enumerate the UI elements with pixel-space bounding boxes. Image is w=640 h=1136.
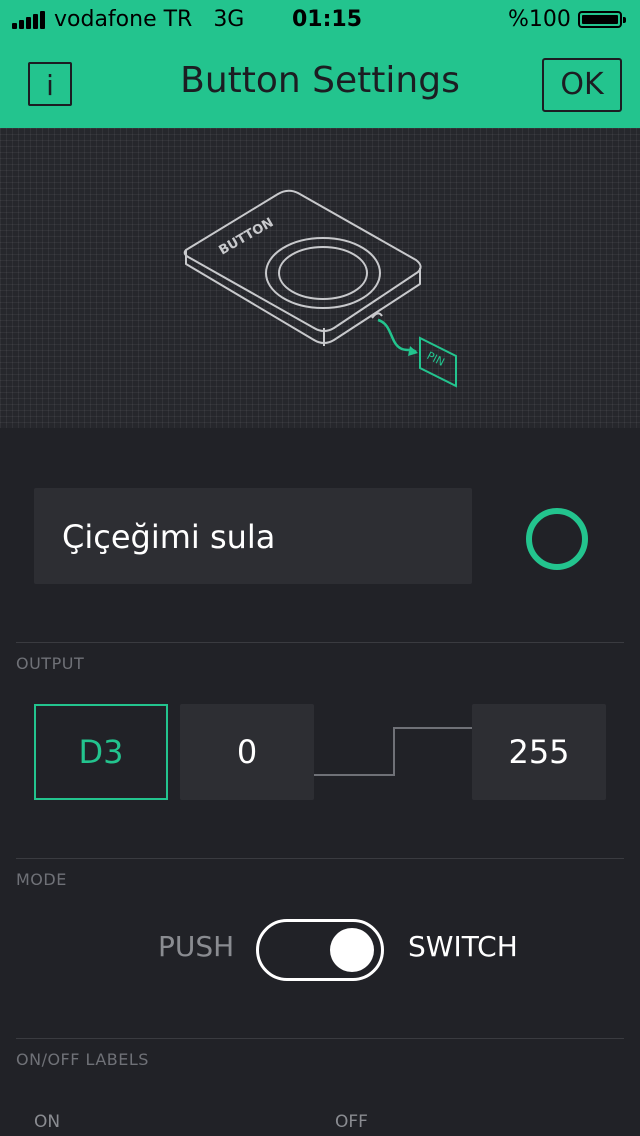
status-time: 01:15 [292,7,363,32]
divider [16,642,624,643]
toggle-knob [330,928,374,972]
divider [16,1038,624,1039]
output-high-value-input[interactable]: 255 [472,704,606,800]
output-section-label: OUTPUT [16,654,85,673]
widget-illustration: BUTTON PIN [0,128,640,428]
color-picker-button[interactable] [526,508,588,570]
button-name-input[interactable]: Çiçeğimi sula [34,488,472,584]
pin-label: PIN [425,349,447,369]
device-label: BUTTON [217,215,277,258]
button-device-icon: BUTTON PIN [183,189,457,388]
mode-switch-label[interactable]: SWITCH [408,930,518,963]
ok-button[interactable]: OK [542,58,622,112]
signal-strength-icon [12,11,48,29]
divider [16,858,624,859]
battery-icon [578,11,626,28]
carrier-name: vodafone TR 3G [54,7,245,32]
output-wave-icon [314,727,472,776]
on-label-title: ON [34,1112,61,1132]
mode-toggle-switch[interactable] [256,919,384,981]
on-off-labels-section-label: ON/OFF LABELS [16,1050,149,1069]
status-bar: vodafone TR 3G 01:15 %100 [0,0,640,40]
off-label-title: OFF [335,1112,368,1132]
header-bar: i Button Settings OK [0,40,640,128]
mode-section-label: MODE [16,870,67,889]
network-type: 3G [213,7,245,32]
button-name-value: Çiçeğimi sula [62,518,276,556]
mode-push-label[interactable]: PUSH [158,930,234,963]
pin-selector-button[interactable]: D3 [34,704,168,800]
output-low-value-input[interactable]: 0 [180,704,314,800]
battery-percent: %100 [508,7,571,32]
